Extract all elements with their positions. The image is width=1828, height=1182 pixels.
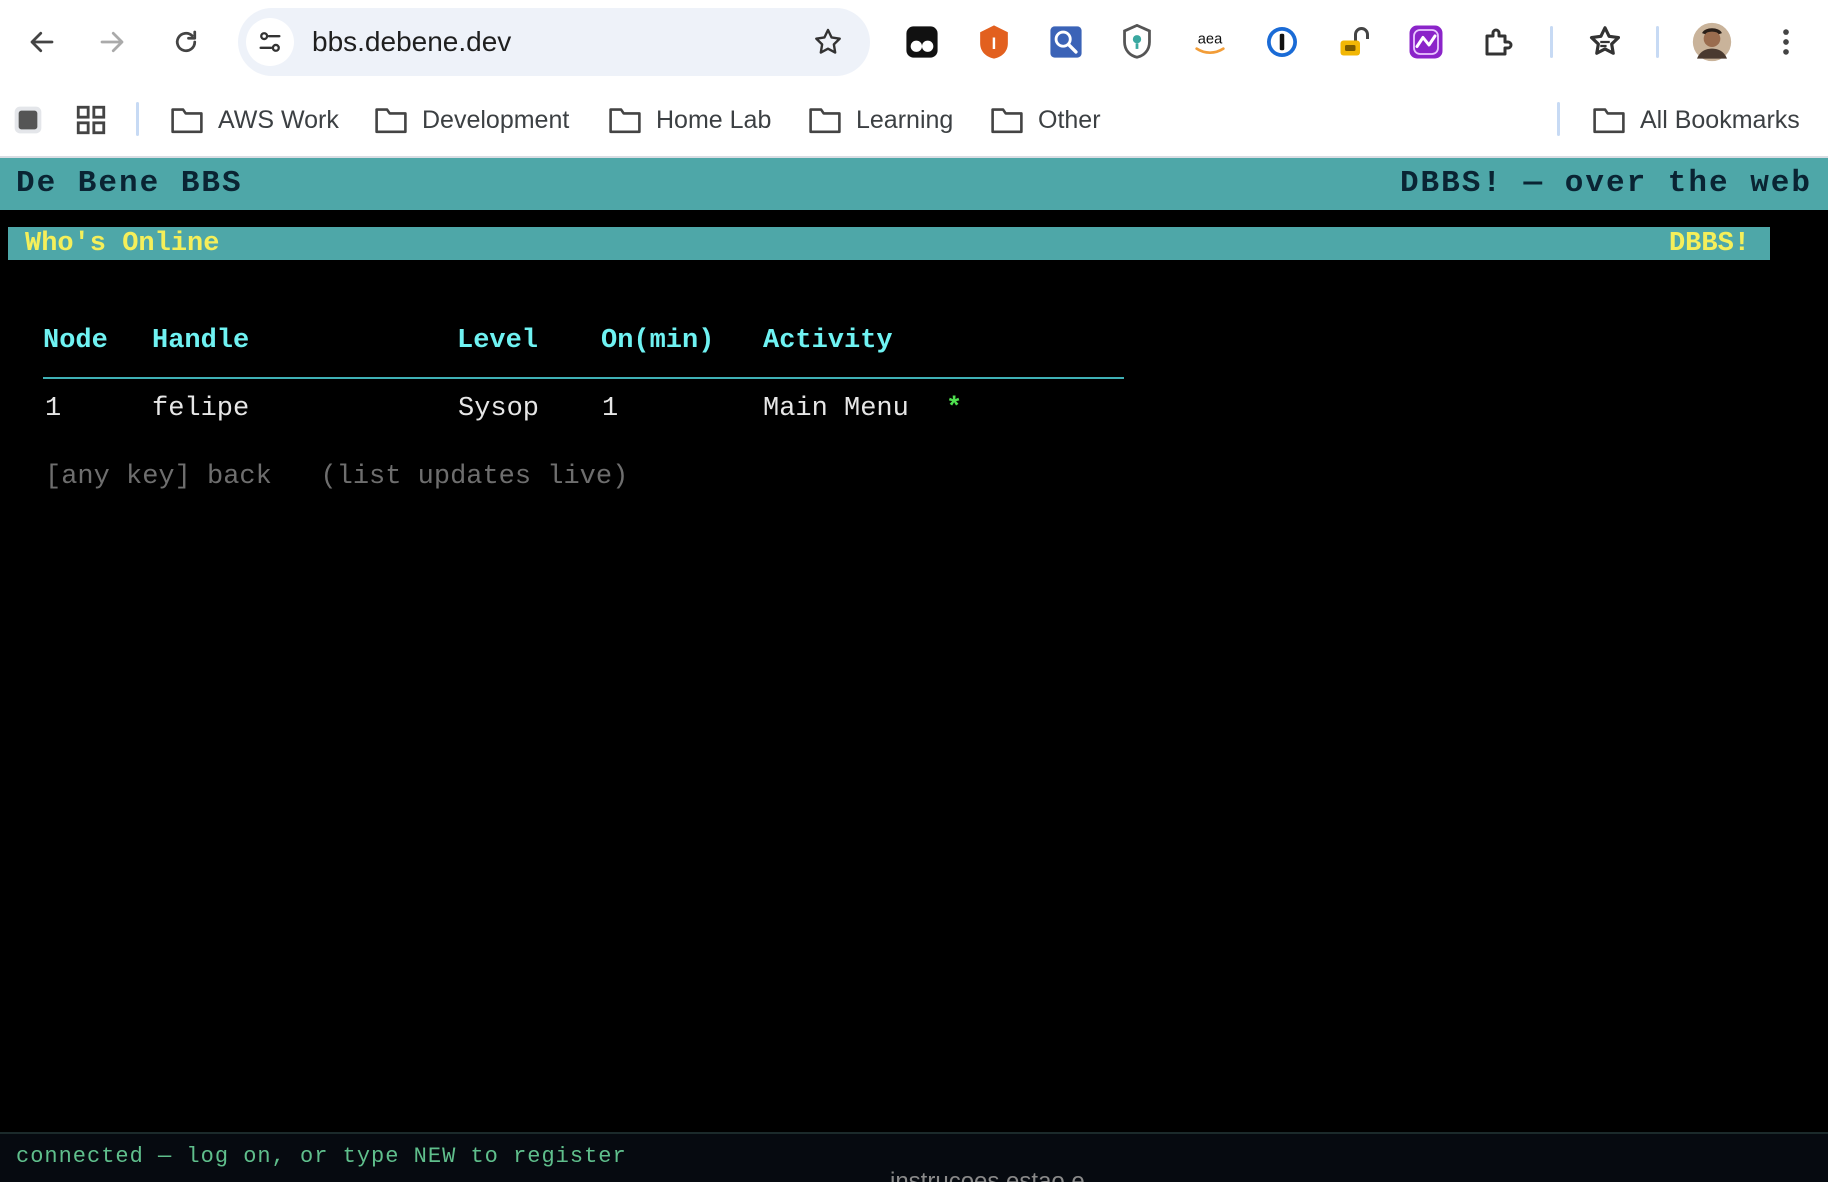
bookmark-label: Learning xyxy=(856,105,954,134)
column-header-activity: Activity xyxy=(763,326,893,356)
1password-icon[interactable] xyxy=(1262,22,1302,62)
cell-handle: felipe xyxy=(152,394,250,424)
bbs-terminal[interactable]: De Bene BBS DBBS! — over the web Who's O… xyxy=(0,158,1828,1182)
folder-icon xyxy=(171,108,203,134)
ublock-icon[interactable]: I xyxy=(974,22,1014,62)
cell-on-min: 1 xyxy=(602,394,619,424)
svg-text:aea: aea xyxy=(1198,31,1223,47)
search-extension-icon[interactable] xyxy=(1046,22,1086,62)
reload-icon xyxy=(175,30,197,53)
screen-title-bar: Who's Online DBBS! xyxy=(8,227,1770,260)
forward-button[interactable] xyxy=(88,18,136,66)
reading-list-icon[interactable] xyxy=(1585,22,1625,62)
bookmark-label: Development xyxy=(422,105,570,134)
toolbar-separator xyxy=(1550,26,1553,58)
column-header-handle: Handle xyxy=(152,326,250,356)
current-node-marker: * xyxy=(946,394,963,424)
bbs-name: De Bene BBS xyxy=(16,166,243,201)
all-bookmarks-label: All Bookmarks xyxy=(1640,105,1800,134)
extensions-puzzle-icon[interactable] xyxy=(1479,22,1519,62)
tab-group-button[interactable] xyxy=(12,96,44,144)
privacy-badger-icon[interactable] xyxy=(1117,22,1157,62)
bookmark-star-button[interactable] xyxy=(810,24,846,60)
column-header-level: Level xyxy=(457,326,539,356)
apps-grid-button[interactable] xyxy=(74,96,108,144)
profile-avatar-icon[interactable] xyxy=(1692,22,1732,62)
svg-text:I: I xyxy=(992,34,997,53)
tampermonkey-icon[interactable] xyxy=(902,22,942,62)
site-info-button[interactable] xyxy=(246,18,294,66)
bookmark-label: AWS Work xyxy=(218,105,339,134)
all-bookmarks-button[interactable]: All Bookmarks xyxy=(1592,96,1800,144)
bookmark-folder-learning[interactable]: Learning xyxy=(808,96,953,144)
purple-extension-icon[interactable] xyxy=(1406,22,1446,62)
reload-button[interactable] xyxy=(162,18,210,66)
column-header-on-min: On(min) xyxy=(601,326,715,356)
apps-grid-icon xyxy=(76,105,106,135)
bookmarks-separator xyxy=(136,102,139,136)
navigation-hint: [any key] back (list updates live) xyxy=(45,462,629,492)
bookmark-label: Home Lab xyxy=(656,105,772,134)
cell-level: Sysop xyxy=(458,394,540,424)
folder-icon xyxy=(1593,108,1625,134)
url-text[interactable]: bbs.debene.dev xyxy=(312,8,511,76)
folder-icon xyxy=(991,108,1023,134)
screen-title: Who's Online xyxy=(25,229,220,259)
bbs-tagline: DBBS! — over the web xyxy=(1399,166,1812,201)
header-rule xyxy=(43,377,1124,379)
folder-icon xyxy=(609,108,641,134)
folder-icon xyxy=(809,108,841,134)
bookmarks-bar: AWS Work Development Home Lab Learning O… xyxy=(0,84,1828,158)
bookmark-label: Other xyxy=(1038,105,1101,134)
bookmark-folder-development[interactable]: Development xyxy=(374,96,569,144)
star-icon xyxy=(815,28,841,54)
screen-brand: DBBS! xyxy=(1668,229,1750,259)
bookmark-folder-other[interactable]: Other xyxy=(990,96,1101,144)
amazon-assistant-icon[interactable]: aea xyxy=(1190,22,1230,62)
underlying-page-text: instrucoes estao e xyxy=(890,1168,1085,1182)
chrome-menu-icon[interactable] xyxy=(1766,22,1806,62)
cell-activity: Main Menu xyxy=(763,394,909,424)
address-bar[interactable]: bbs.debene.dev xyxy=(238,8,870,76)
column-header-node: Node xyxy=(43,326,108,356)
bookmark-folder-home-lab[interactable]: Home Lab xyxy=(608,96,771,144)
arrow-right-icon xyxy=(100,31,124,53)
bookmark-folder-aws-work[interactable]: AWS Work xyxy=(170,96,339,144)
status-text: connected — log on, or type NEW to regis… xyxy=(16,1144,627,1169)
tab-square-icon xyxy=(14,106,42,134)
password-unlock-icon[interactable] xyxy=(1334,22,1374,62)
tune-icon xyxy=(259,32,281,52)
terminal-title-bar: De Bene BBS DBBS! — over the web xyxy=(0,158,1828,210)
browser-toolbar: bbs.debene.dev I aea xyxy=(0,0,1828,84)
arrow-left-icon xyxy=(30,31,54,53)
back-button[interactable] xyxy=(18,18,66,66)
folder-icon xyxy=(375,108,407,134)
cell-node: 1 xyxy=(45,394,62,424)
toolbar-separator xyxy=(1656,26,1659,58)
bookmarks-separator xyxy=(1557,102,1560,136)
